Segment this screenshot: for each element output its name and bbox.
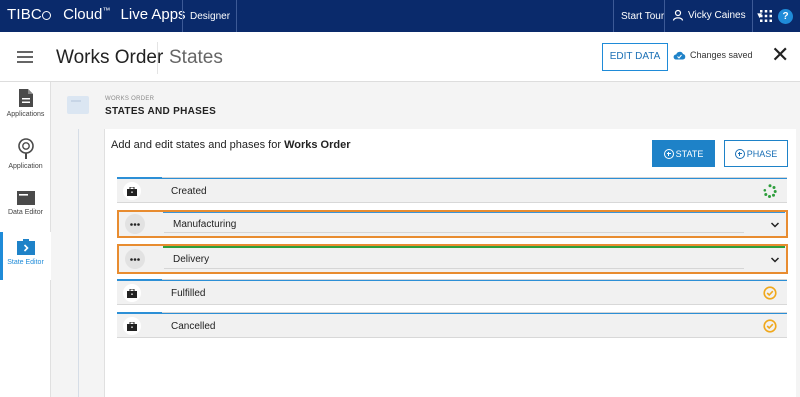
- card-icon: [16, 191, 35, 205]
- sidebar-item-applications[interactable]: Applications: [0, 88, 51, 118]
- row-divider: [164, 232, 744, 233]
- brand-logo[interactable]: TIBC Cloud™ Live Apps: [7, 6, 186, 23]
- check-circle-icon: [763, 319, 777, 333]
- sidebar: Applications Application Data Editor Sta…: [0, 82, 51, 397]
- plus-circle-icon: [734, 148, 745, 159]
- topbar-divider: [236, 0, 237, 32]
- save-status: Changes saved: [673, 50, 753, 60]
- state-name: Cancelled: [171, 321, 216, 332]
- eyebrow-label: WORKS ORDER: [105, 96, 155, 102]
- user-icon: [672, 9, 684, 21]
- cloud-check-icon: [673, 51, 686, 60]
- chevron-down-icon[interactable]: [770, 221, 780, 229]
- brand-trademark: ™: [102, 6, 111, 15]
- row-divider: [162, 177, 787, 178]
- in-progress-icon: [763, 184, 777, 198]
- close-icon[interactable]: ✕: [771, 44, 789, 66]
- brand-tibco: TIBC: [7, 6, 42, 23]
- row-divider: [163, 212, 785, 213]
- state-row-fulfilled[interactable]: Fulfilled: [117, 279, 787, 305]
- more-dots-icon: [125, 249, 145, 269]
- intro-app-name: Works Order: [284, 139, 351, 151]
- brand-app-name: Live Apps: [120, 6, 186, 23]
- more-dots-icon: [125, 214, 145, 234]
- top-bar: TIBC Cloud™ Live Apps Designer Start Tou…: [0, 0, 800, 32]
- sidebar-item-label: Application: [8, 163, 43, 170]
- sidebar-item-application[interactable]: Application: [0, 138, 51, 170]
- hamburger-menu-icon[interactable]: [17, 51, 33, 63]
- intro-text: Add and edit states and phases for Works…: [111, 139, 351, 151]
- section-title: STATES AND PHASES: [105, 106, 217, 117]
- topbar-divider: [182, 0, 183, 32]
- state-row-cancelled[interactable]: Cancelled: [117, 312, 787, 338]
- timeline-line: [78, 129, 79, 397]
- apps-grid-icon[interactable]: [760, 10, 772, 22]
- add-phase-label: PHASE: [746, 148, 778, 159]
- state-name: Fulfilled: [171, 288, 206, 299]
- document-icon: [18, 89, 33, 107]
- state-name: Created: [171, 186, 207, 197]
- sidebar-item-data-editor[interactable]: Data Editor: [0, 190, 51, 216]
- page-header: Works Order States EDIT DATA Changes sav…: [0, 32, 800, 82]
- briefcase-icon: [123, 317, 141, 335]
- row-divider: [162, 312, 787, 313]
- add-phase-button[interactable]: PHASE: [724, 140, 788, 167]
- page-subtitle: States: [169, 47, 223, 68]
- plus-circle-icon: [663, 148, 674, 159]
- intro-prefix: Add and edit states and phases for: [111, 139, 285, 151]
- page-title: Works Order: [56, 47, 164, 68]
- title-divider: [157, 42, 158, 74]
- add-state-label: STATE: [675, 148, 704, 159]
- sidebar-item-label: Applications: [6, 111, 45, 118]
- topbar-divider: [664, 0, 665, 32]
- add-state-button[interactable]: STATE: [652, 140, 715, 167]
- case-type-icon: [67, 96, 89, 114]
- chevron-down-icon[interactable]: [770, 256, 780, 264]
- sidebar-item-state-editor[interactable]: State Editor: [0, 232, 51, 280]
- phase-row-manufacturing[interactable]: Manufacturing: [117, 210, 788, 238]
- start-tour-button[interactable]: Start Tour: [621, 11, 664, 22]
- sidebar-item-label: State Editor: [7, 259, 44, 266]
- briefcase-icon: [123, 182, 141, 200]
- designer-link[interactable]: Designer: [190, 11, 230, 22]
- brand-cloud: Cloud: [63, 6, 103, 23]
- row-divider: [163, 246, 785, 248]
- row-divider: [162, 279, 787, 280]
- check-circle-icon: [763, 286, 777, 300]
- brand-ball-icon: [41, 11, 51, 20]
- lightbulb-icon: [17, 138, 34, 159]
- state-icon: [16, 239, 35, 255]
- state-row-created[interactable]: Created: [117, 177, 787, 203]
- phase-name: Manufacturing: [173, 219, 237, 230]
- active-indicator: [0, 232, 3, 280]
- sidebar-item-label: Data Editor: [7, 209, 44, 216]
- topbar-divider: [752, 0, 753, 32]
- user-name: Vicky Caines: [688, 9, 746, 21]
- topbar-divider: [613, 0, 614, 32]
- help-icon[interactable]: ?: [778, 9, 793, 24]
- save-status-text: Changes saved: [690, 50, 753, 60]
- row-divider: [164, 268, 744, 269]
- briefcase-icon: [123, 284, 141, 302]
- phase-row-delivery[interactable]: Delivery: [117, 244, 788, 274]
- phase-name: Delivery: [173, 254, 210, 265]
- user-menu[interactable]: Vicky Caines ▼: [672, 9, 764, 21]
- edit-data-button[interactable]: EDIT DATA: [602, 43, 668, 71]
